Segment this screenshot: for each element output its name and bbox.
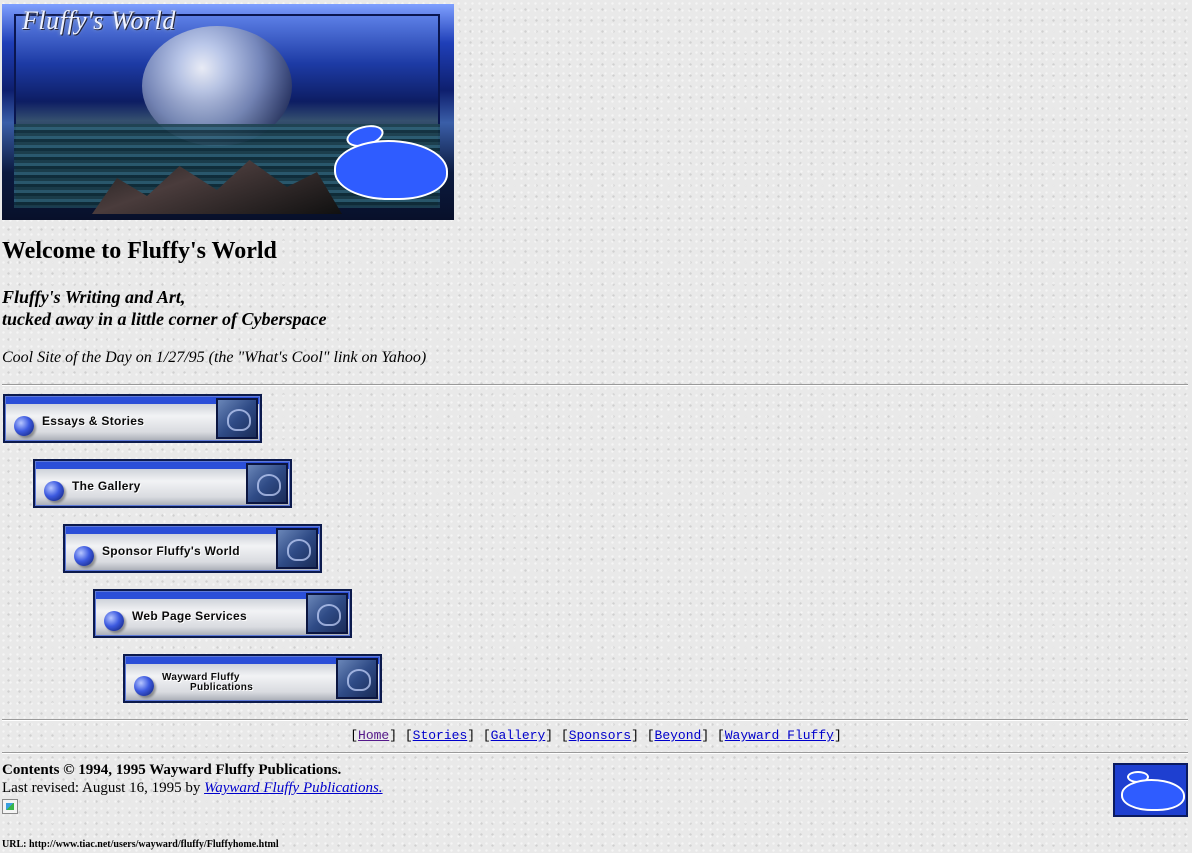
bracket: ] [833,728,842,743]
rabbit-icon [246,463,288,504]
bracket-separator: ] [ [389,728,413,743]
rabbit-icon [216,398,258,439]
nav-link-beyond[interactable]: Beyond [655,728,702,743]
banner-image [2,4,454,220]
button-label: The Gallery [72,479,141,493]
bracket-separator: ] [ [467,728,491,743]
rabbit-icon [336,658,378,699]
tagline-line-2: tucked away in a little corner of Cybers… [2,309,327,329]
tagline-line-1: Fluffy's Writing and Art, [2,287,186,307]
broken-image-icon [2,799,18,814]
page-title: Welcome to Fluffy's World [2,238,277,264]
divider [2,752,1188,754]
sphere-icon [74,546,94,566]
copyright-notice: Contents © 1994, 1995 Wayward Fluffy Pub… [2,762,342,778]
nav-link-home[interactable]: Home [358,728,389,743]
nav-link-wayward-fluffy[interactable]: Wayward Fluffy [725,728,834,743]
button-label: Web Page Services [132,609,247,623]
wayward-fluffy-publications-button[interactable]: Wayward Fluffy Publications [123,654,382,703]
bracket: [ [350,728,359,743]
button-label: Essays & Stories [42,414,145,428]
rabbit-icon [306,593,348,634]
last-revised: Last revised: August 16, 1995 by Wayward… [2,780,383,797]
button-label-line-2: Publications [190,682,254,693]
page-url: URL: http://www.tiac.net/users/wayward/f… [2,839,279,850]
cool-site-note: Cool Site of the Day on 1/27/95 (the "Wh… [2,349,427,366]
sponsor-button[interactable]: Sponsor Fluffy's World [63,524,322,573]
sphere-icon [14,416,34,436]
rabbit-icon [1119,771,1185,811]
button-label: Wayward Fluffy Publications [162,673,253,693]
bracket-separator: ] [ [545,728,569,743]
web-page-services-button[interactable]: Web Page Services [93,589,352,638]
rabbit-icon [332,121,450,208]
sphere-icon [44,481,64,501]
bracket-separator: ] [ [631,728,655,743]
essays-stories-button[interactable]: Essays & Stories [3,394,262,443]
sphere-icon [104,611,124,631]
text-navigation: [Home] [Stories] [Gallery] [Sponsors] [B… [0,728,1192,743]
divider [2,384,1188,386]
divider [2,719,1188,721]
corner-logo[interactable] [1113,763,1188,817]
publisher-link[interactable]: Wayward Fluffy Publications. [204,780,382,796]
banner-logo-text: Fluffy's World [22,6,176,35]
button-label: Sponsor Fluffy's World [102,544,240,558]
nav-link-gallery[interactable]: Gallery [491,728,546,743]
nav-link-sponsors[interactable]: Sponsors [569,728,631,743]
rabbit-icon [276,528,318,569]
gallery-button[interactable]: The Gallery [33,459,292,508]
nav-link-stories[interactable]: Stories [413,728,468,743]
last-revised-text: Last revised: August 16, 1995 by [2,780,201,796]
sphere-icon [134,676,154,696]
bracket-separator: ] [ [701,728,725,743]
